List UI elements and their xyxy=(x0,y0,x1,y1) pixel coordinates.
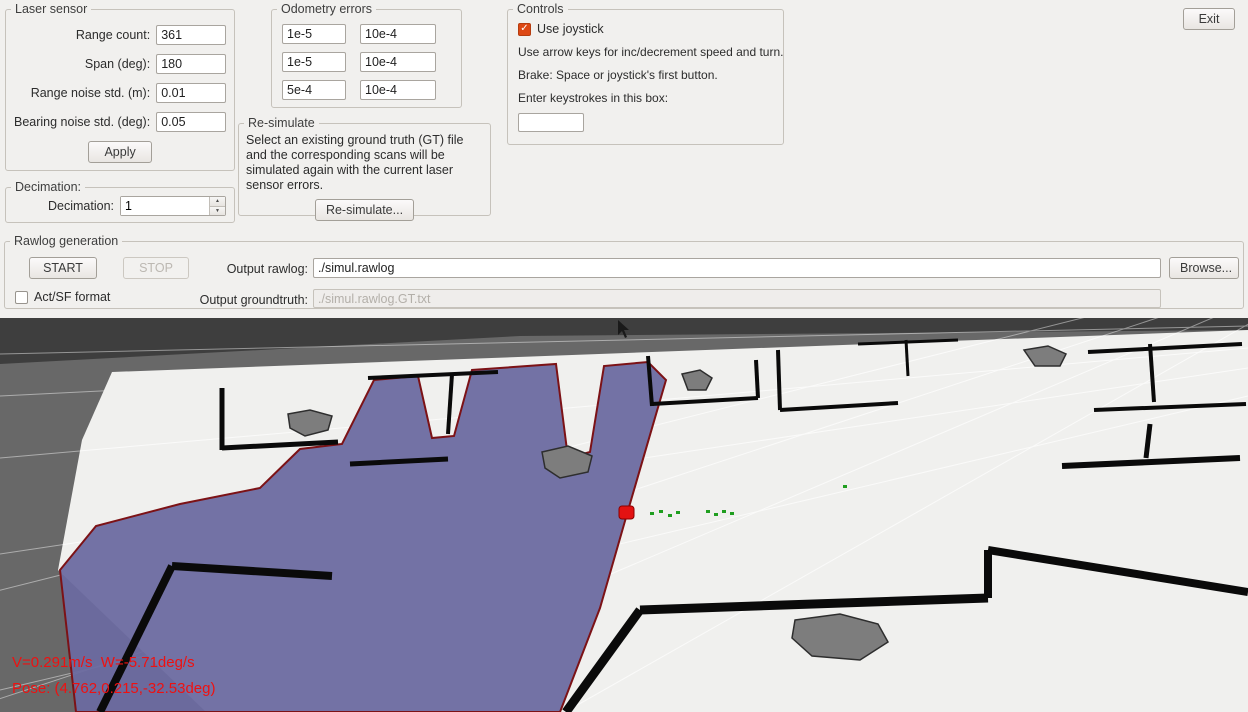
laser-sensor-title: Laser sensor xyxy=(11,2,91,16)
resimulate-button[interactable]: Re-simulate... xyxy=(315,199,414,221)
hud-velocity: V=0.291m/s W=-5.71deg/s xyxy=(12,654,195,671)
resimulate-title: Re-simulate xyxy=(244,116,319,130)
use-joystick-checkbox[interactable]: ✓ xyxy=(518,23,531,36)
bearing-noise-label: Bearing noise std. (deg): xyxy=(14,115,150,129)
actsf-row: Act/SF format xyxy=(15,290,110,304)
output-groundtruth-input[interactable] xyxy=(313,289,1161,308)
start-button[interactable]: START xyxy=(29,257,97,279)
spin-down-button[interactable]: ▼ xyxy=(210,207,225,216)
odometry-y-bias-input[interactable] xyxy=(360,52,436,72)
range-count-row: Range count: xyxy=(14,25,226,45)
actsf-checkbox[interactable] xyxy=(15,291,28,304)
odometry-x-input[interactable] xyxy=(282,24,346,44)
spin-up-button[interactable]: ▲ xyxy=(210,197,225,207)
bearing-noise-input[interactable] xyxy=(156,112,226,132)
simulator-viewport[interactable]: V=0.291m/s W=-5.71deg/s Pose: (4.762,0.2… xyxy=(0,318,1248,712)
controls-group: Controls ✓ Use joystick Use arrow keys f… xyxy=(507,2,784,145)
hud-pose: Pose: (4.762,0.215,-32.53deg) xyxy=(12,680,215,697)
odometry-phi-input[interactable] xyxy=(282,80,346,100)
span-input[interactable] xyxy=(156,54,226,74)
controls-help-line3: Enter keystrokes in this box: xyxy=(518,91,783,105)
odometry-y-input[interactable] xyxy=(282,52,346,72)
span-label: Span (deg): xyxy=(85,57,150,71)
laser-sensor-group: Laser sensor Range count: Span (deg): Ra… xyxy=(5,2,235,171)
range-count-input[interactable] xyxy=(156,25,226,45)
odometry-errors-title: Odometry errors xyxy=(277,2,376,16)
span-row: Span (deg): xyxy=(14,54,226,74)
output-rawlog-input[interactable] xyxy=(313,258,1161,278)
resimulate-description: Select an existing ground truth (GT) fil… xyxy=(246,133,483,193)
simulator-window: Laser sensor Range count: Span (deg): Ra… xyxy=(0,0,1248,712)
stop-button[interactable]: STOP xyxy=(123,257,189,279)
exit-button[interactable]: Exit xyxy=(1183,8,1235,30)
scene-3d xyxy=(0,318,1248,712)
decimation-spinner: ▲ ▼ xyxy=(120,196,226,216)
decimation-input[interactable] xyxy=(121,197,209,215)
resimulate-group: Re-simulate Select an existing ground tr… xyxy=(238,116,491,216)
range-count-label: Range count: xyxy=(76,28,150,42)
actsf-label: Act/SF format xyxy=(34,290,110,304)
use-joystick-label: Use joystick xyxy=(537,22,604,36)
spin-up-icon: ▲ xyxy=(215,198,220,204)
output-groundtruth-label: Output groundtruth: xyxy=(170,293,308,307)
decimation-group: Decimation: Decimation: ▲ ▼ xyxy=(5,180,235,223)
output-rawlog-label: Output rawlog: xyxy=(195,262,308,276)
controls-help-line1: Use arrow keys for inc/decrement speed a… xyxy=(518,45,783,59)
controls-help-line2: Brake: Space or joystick's first button. xyxy=(518,68,783,82)
control-panel: Laser sensor Range count: Span (deg): Ra… xyxy=(0,0,1248,318)
rawlog-generation-title: Rawlog generation xyxy=(10,234,122,248)
odometry-errors-group: Odometry errors xyxy=(271,2,462,108)
apply-button[interactable]: Apply xyxy=(88,141,152,163)
check-icon: ✓ xyxy=(520,24,528,34)
decimation-label: Decimation: xyxy=(48,199,114,213)
odometry-x-bias-input[interactable] xyxy=(360,24,436,44)
bearing-noise-row: Bearing noise std. (deg): xyxy=(14,112,226,132)
browse-button[interactable]: Browse... xyxy=(1169,257,1239,279)
controls-title: Controls xyxy=(513,2,568,16)
range-noise-label: Range noise std. (m): xyxy=(31,86,151,100)
odometry-phi-bias-input[interactable] xyxy=(360,80,436,100)
range-noise-input[interactable] xyxy=(156,83,226,103)
range-noise-row: Range noise std. (m): xyxy=(14,83,226,103)
robot-marker xyxy=(619,506,634,519)
rawlog-generation-group: Rawlog generation START STOP Output rawl… xyxy=(4,234,1244,309)
spin-down-icon: ▼ xyxy=(215,208,220,214)
keystroke-input[interactable] xyxy=(518,113,584,132)
decimation-group-title: Decimation: xyxy=(11,180,85,194)
